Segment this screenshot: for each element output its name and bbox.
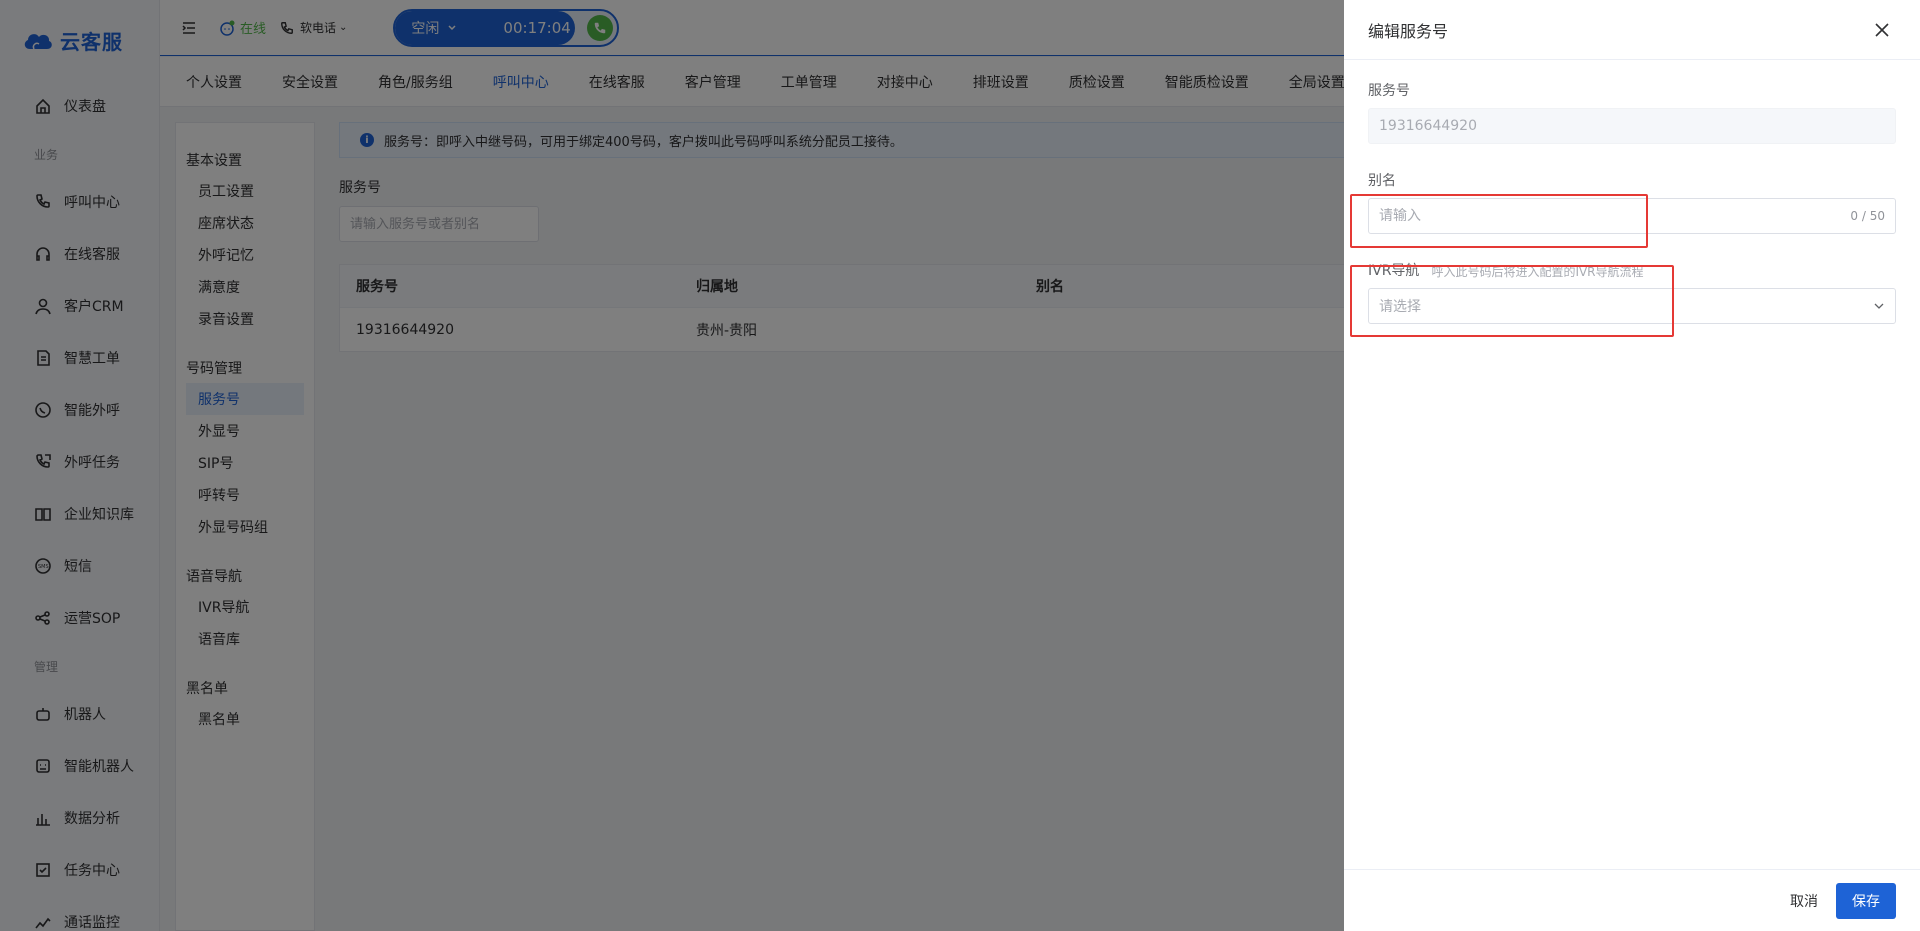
ivr-select-placeholder: 请选择 <box>1379 299 1421 315</box>
service-number-field: 19316644920 <box>1368 108 1896 144</box>
alias-label: 别名 <box>1368 144 1896 198</box>
drawer-header: 编辑服务号 <box>1344 0 1920 60</box>
ivr-label-text: IVR导航 <box>1368 263 1420 279</box>
chevron-down-icon <box>1874 303 1884 309</box>
service-number-value: 19316644920 <box>1379 118 1477 134</box>
cancel-button[interactable]: 取消 <box>1790 891 1818 911</box>
alias-char-counter: 0 / 50 <box>1850 209 1885 223</box>
drawer-footer: 取消 保存 <box>1344 869 1920 931</box>
alias-label-text: 别名 <box>1368 173 1396 189</box>
service-number-label: 服务号 <box>1368 60 1896 108</box>
ivr-select[interactable]: 请选择 <box>1368 288 1896 324</box>
close-icon[interactable] <box>1874 22 1890 38</box>
drawer-form: 服务号 19316644920 别名 0 / 50 IVR导航 呼入此号码后将进… <box>1368 60 1896 324</box>
service-number-label-text: 服务号 <box>1368 83 1410 99</box>
alias-field[interactable]: 0 / 50 <box>1368 198 1896 234</box>
edit-service-drawer: 编辑服务号 服务号 19316644920 别名 0 / 50 IVR导航 呼入… <box>1344 0 1920 931</box>
alias-input[interactable] <box>1379 208 1851 224</box>
ivr-hint: 呼入此号码后将进入配置的IVR导航流程 <box>1431 265 1644 279</box>
drawer-title: 编辑服务号 <box>1368 21 1449 41</box>
ivr-label: IVR导航 呼入此号码后将进入配置的IVR导航流程 <box>1368 234 1896 288</box>
save-button[interactable]: 保存 <box>1836 882 1896 919</box>
